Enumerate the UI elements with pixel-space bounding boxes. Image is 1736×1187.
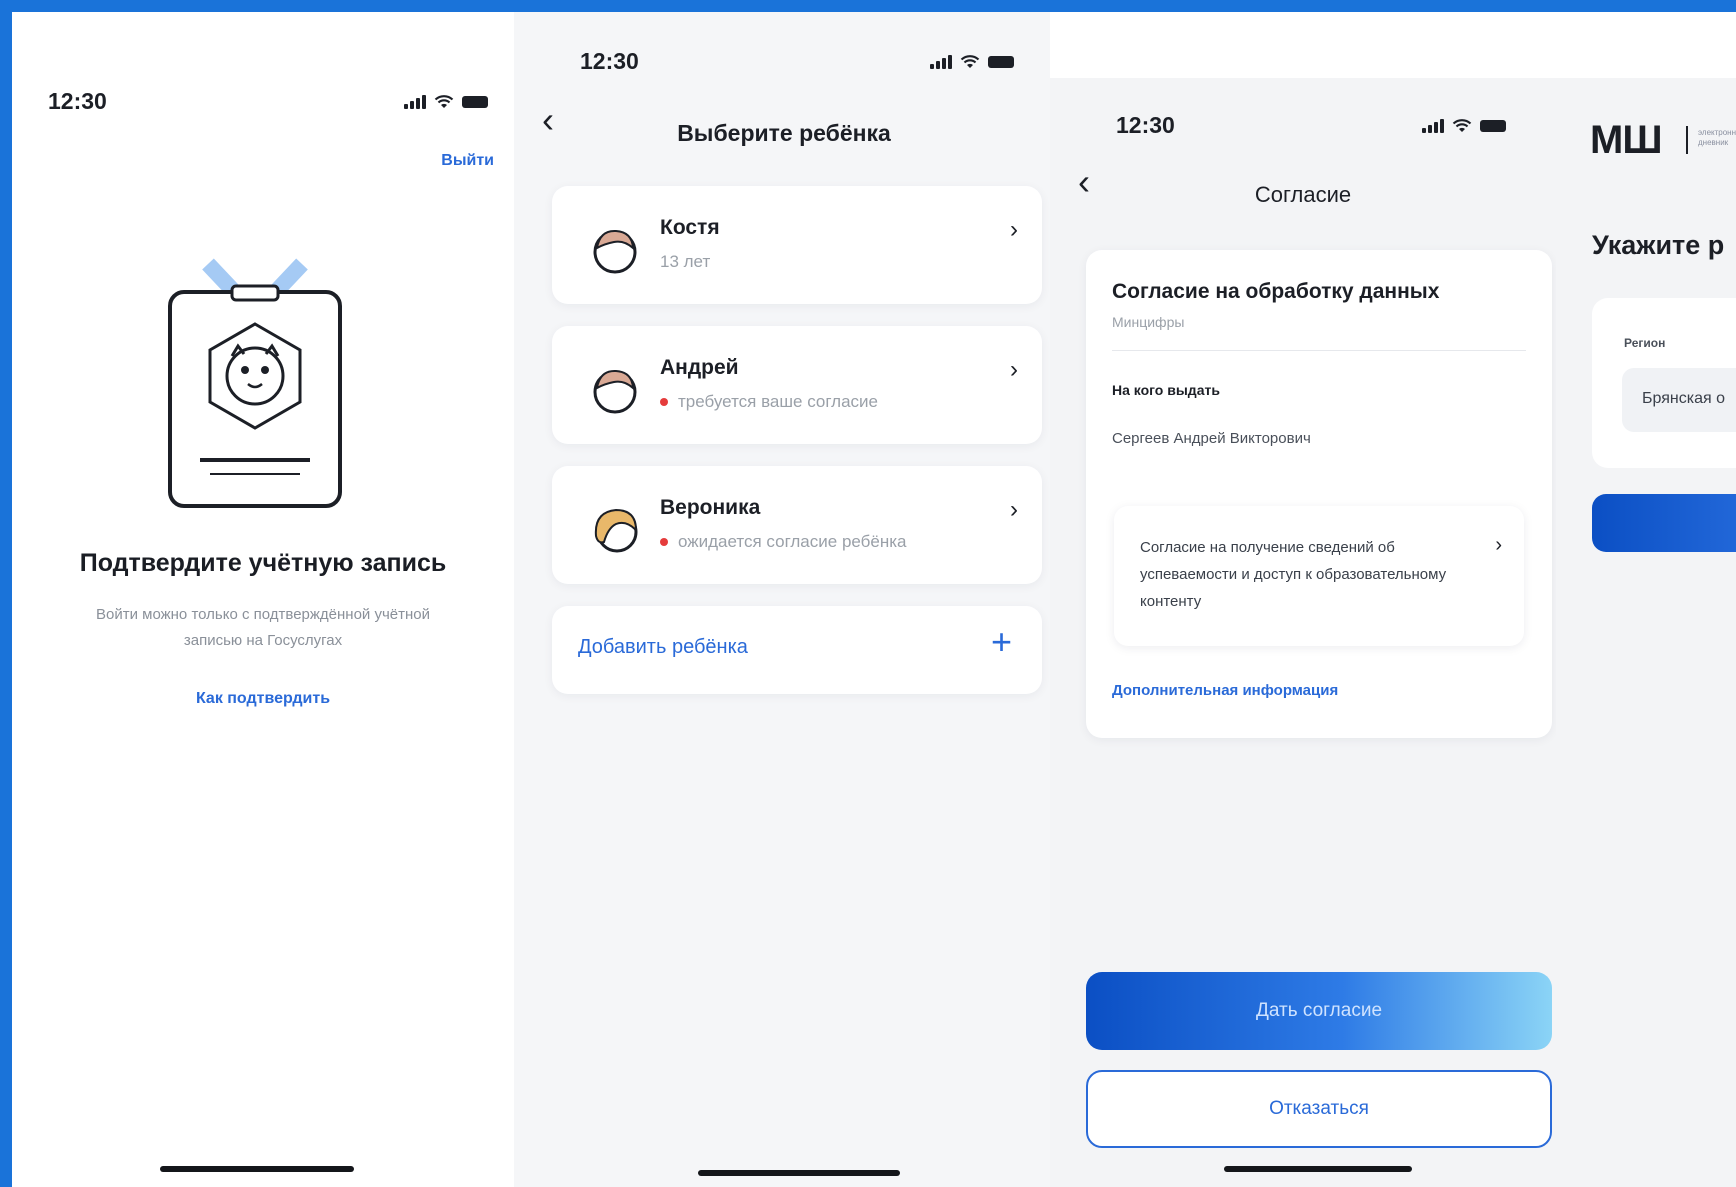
chevron-right-icon: › bbox=[1495, 534, 1502, 556]
how-to-confirm-link[interactable]: Как подтвердить bbox=[12, 690, 514, 708]
give-consent-button[interactable]: Дать согласие bbox=[1086, 972, 1552, 1050]
continue-button[interactable] bbox=[1592, 494, 1736, 552]
status-icons bbox=[1422, 118, 1506, 134]
recipient-label: На кого выдать bbox=[1112, 382, 1220, 398]
wifi-icon bbox=[1452, 119, 1472, 132]
app-logo: МШ bbox=[1590, 118, 1663, 162]
home-indicator bbox=[1224, 1166, 1412, 1172]
consent-item[interactable]: Согласие на получение сведений об успева… bbox=[1114, 506, 1524, 646]
consent-org: Минцифры bbox=[1112, 314, 1185, 330]
plus-icon: + bbox=[990, 621, 1012, 662]
add-child-button[interactable]: Добавить ребёнка + bbox=[552, 606, 1042, 694]
page-title: Подтвердите учётную запись bbox=[79, 549, 447, 577]
child-card-kostya[interactable]: Костя 13 лет › bbox=[552, 186, 1042, 304]
child-name: Вероника bbox=[660, 496, 761, 519]
battery-icon bbox=[462, 96, 488, 108]
chevron-right-icon: › bbox=[1010, 216, 1018, 243]
add-child-label: Добавить ребёнка bbox=[578, 636, 748, 658]
child-status: 13 лет bbox=[660, 252, 711, 271]
child-avatar-icon bbox=[594, 508, 638, 553]
wifi-icon bbox=[434, 95, 454, 108]
region-screen: МШ электронный дневник Укажите р Регион … bbox=[1556, 78, 1736, 1187]
child-avatar-icon bbox=[593, 229, 637, 274]
confirm-account-screen: 12:30 Выйти Подтвердите учётную запись В… bbox=[12, 12, 514, 1187]
home-indicator bbox=[160, 1166, 354, 1172]
page-subtitle: Войти можно только с подтверждённой учёт… bbox=[95, 606, 430, 649]
signal-icon bbox=[1422, 119, 1444, 133]
decline-button[interactable]: Отказаться bbox=[1086, 1070, 1552, 1148]
child-card-andrey[interactable]: Андрей требуется ваше согласие › bbox=[552, 326, 1042, 444]
consent-screen: 12:30 ‹ Согласие Согласие на обработку д… bbox=[1050, 78, 1556, 1187]
nav-title: Согласие bbox=[1254, 182, 1352, 207]
region-select[interactable]: Брянская о bbox=[1622, 368, 1736, 432]
region-value: Брянская о bbox=[1642, 390, 1725, 407]
battery-icon bbox=[988, 56, 1014, 68]
choose-child-screen: 12:30 ‹ Выберите ребёнка Костя 13 лет › bbox=[514, 12, 1050, 1187]
consent-item-text: Согласие на получение сведений об успева… bbox=[1140, 539, 1447, 610]
child-avatar-icon bbox=[593, 369, 637, 414]
divider bbox=[1112, 350, 1526, 351]
region-card: Регион Брянская о bbox=[1592, 298, 1736, 468]
logo-subtitle: электронный дневник bbox=[1698, 128, 1736, 147]
status-icons bbox=[930, 54, 1014, 70]
child-status: ожидается согласие ребёнка bbox=[660, 532, 907, 552]
chevron-right-icon: › bbox=[1010, 356, 1018, 383]
child-name: Андрей bbox=[660, 356, 739, 379]
badge-illustration bbox=[168, 258, 342, 508]
more-info-link[interactable]: Дополнительная информация bbox=[1112, 682, 1338, 699]
signal-icon bbox=[404, 95, 426, 109]
status-time: 12:30 bbox=[1116, 112, 1175, 138]
battery-icon bbox=[1480, 120, 1506, 132]
wifi-icon bbox=[960, 55, 980, 68]
alert-dot-icon bbox=[660, 538, 668, 546]
status-time: 12:30 bbox=[580, 48, 639, 74]
chevron-right-icon: › bbox=[1010, 496, 1018, 523]
signal-icon bbox=[930, 55, 952, 69]
recipient-name: Сергеев Андрей Викторович bbox=[1112, 430, 1311, 447]
home-indicator bbox=[698, 1170, 900, 1176]
screens-collage: 12:30 Выйти Подтвердите учётную запись В… bbox=[12, 12, 1736, 1187]
child-card-veronika[interactable]: Вероника ожидается согласие ребёнка › bbox=[552, 466, 1042, 584]
consent-card: Согласие на обработку данных Минцифры На… bbox=[1086, 250, 1552, 738]
status-icons bbox=[404, 94, 488, 110]
alert-dot-icon bbox=[660, 398, 668, 406]
page-title: Укажите р bbox=[1592, 230, 1725, 260]
back-arrow-icon[interactable]: ‹ bbox=[542, 102, 554, 138]
status-time: 12:30 bbox=[48, 88, 107, 114]
logout-link[interactable]: Выйти bbox=[441, 152, 494, 170]
consent-card-title: Согласие на обработку данных bbox=[1112, 280, 1440, 303]
nav-title: Выберите ребёнка bbox=[677, 120, 891, 146]
back-arrow-icon[interactable]: ‹ bbox=[1078, 164, 1090, 200]
child-status: требуется ваше согласие bbox=[660, 392, 878, 412]
child-name: Костя bbox=[660, 216, 720, 239]
logo-divider bbox=[1686, 126, 1688, 154]
region-label: Регион bbox=[1624, 336, 1666, 350]
